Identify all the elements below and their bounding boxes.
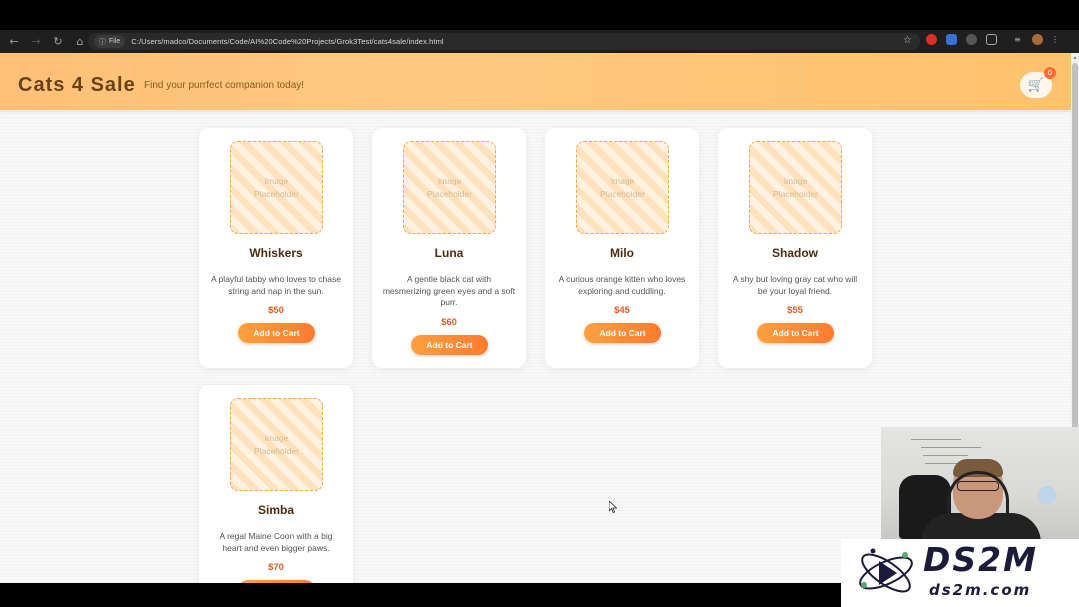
brand-title[interactable]: Cats 4 Sale: [18, 74, 136, 97]
site-header: Cats 4 Sale Find your purrfect companion…: [0, 53, 1071, 110]
menu-kebab-icon[interactable]: ⋮: [1051, 34, 1059, 45]
tagline: Find your purrfect companion today!: [144, 80, 305, 91]
address-bar[interactable]: ⓘ File C:/Users/madco/Documents/Code/AI%…: [88, 33, 920, 50]
info-icon: ⓘ: [99, 37, 106, 46]
placeholder-text: Placeholder: [254, 188, 299, 199]
cat-price: $70: [268, 562, 284, 573]
whiteboard-mark: [921, 447, 981, 448]
mouse-cursor-icon: [609, 501, 617, 513]
cat-description: A curious orange kitten who loves explor…: [558, 274, 686, 296]
cat-card: Image Placeholder Whiskers A playful tabb…: [199, 128, 353, 368]
add-to-cart-button[interactable]: Add to Cart: [411, 335, 488, 355]
cat-price: $60: [441, 317, 457, 328]
cart-icon: 🛒: [1027, 77, 1045, 93]
profile-avatar[interactable]: [1032, 34, 1043, 45]
webcam-overlay: [881, 427, 1079, 539]
extensions-area: ≡ ⋮: [926, 34, 1067, 45]
cat-name: Simba: [257, 503, 294, 517]
atom-play-icon: [859, 548, 913, 593]
scrollbar-thumb[interactable]: [1072, 63, 1078, 483]
watermark-logo: DS2M ds2m.com: [841, 539, 1079, 607]
bookmark-star-icon[interactable]: ☆: [903, 35, 912, 46]
cart-count-badge: 0: [1044, 67, 1056, 79]
home-icon[interactable]: ⌂: [72, 34, 88, 50]
cat-name: Whiskers: [249, 246, 303, 260]
cat-description: A gentle black cat with mesmerizing gree…: [382, 274, 516, 307]
whiteboard-mark: [911, 439, 961, 440]
placeholder-text: Image: [437, 175, 462, 186]
cast-icon[interactable]: ≡: [1012, 34, 1023, 45]
url-text[interactable]: C:/Users/madco/Documents/Code/AI%20Code%…: [131, 37, 443, 46]
placeholder-text: Image: [264, 175, 289, 186]
cat-card: Image Placeholder Simba A regal Maine Coo…: [199, 385, 353, 583]
cat-description: A regal Maine Coon with a big heart and …: [219, 531, 333, 553]
site-info-label: File: [109, 38, 121, 45]
add-to-cart-button[interactable]: Add to Cart: [757, 323, 834, 343]
cat-name: Luna: [434, 246, 464, 260]
cat-description: A shy but loving gray cat who will be yo…: [732, 274, 858, 296]
cat-card: Image Placeholder Shadow A shy but loving…: [718, 128, 872, 368]
placeholder-text: Image: [783, 175, 808, 186]
browser-toolbar: ← → ↻ ⌂ ⓘ File C:/Users/madco/Documents/…: [0, 30, 1079, 53]
forward-arrow-icon[interactable]: →: [28, 34, 44, 50]
extension-gray-icon[interactable]: [966, 34, 977, 45]
placeholder-text: Placeholder: [427, 188, 472, 199]
extensions-puzzle-icon[interactable]: [986, 34, 997, 45]
placeholder-text: Placeholder: [254, 445, 299, 456]
image-placeholder: Image Placeholder: [230, 141, 323, 234]
watermark-main-text: DS2M: [923, 540, 1038, 579]
placeholder-text: Image: [264, 432, 289, 443]
image-placeholder: Image Placeholder: [576, 141, 669, 234]
placeholder-text: Placeholder: [773, 188, 818, 199]
reload-icon[interactable]: ↻: [50, 34, 66, 50]
image-placeholder: Image Placeholder: [230, 398, 323, 491]
image-placeholder: Image Placeholder: [749, 141, 842, 234]
cat-price: $55: [787, 305, 803, 316]
watermark-sub-text: ds2m.com: [929, 581, 1032, 599]
back-arrow-icon[interactable]: ←: [6, 34, 22, 50]
extension-blue-icon[interactable]: [946, 34, 957, 45]
scroll-up-arrow-icon[interactable]: ▲: [1072, 55, 1078, 61]
cat-price: $50: [268, 305, 284, 316]
placeholder-text: Placeholder: [600, 188, 645, 199]
image-placeholder: Image Placeholder: [403, 141, 496, 234]
bottles: [1029, 479, 1065, 519]
site-info-chip[interactable]: ⓘ File: [94, 35, 126, 48]
cat-card: Image Placeholder Milo A curious orange k…: [545, 128, 699, 368]
cat-name: Shadow: [771, 246, 818, 260]
cat-price: $45: [614, 305, 630, 316]
browser-tab-strip: [0, 0, 1079, 30]
extension-red-icon[interactable]: [926, 34, 937, 45]
add-to-cart-button[interactable]: Add to Cart: [238, 323, 315, 343]
cat-name: Milo: [610, 246, 634, 260]
whiteboard-mark: [923, 455, 968, 456]
cat-card: Image Placeholder Luna A gentle black cat…: [372, 128, 526, 368]
add-to-cart-button[interactable]: Add to Cart: [584, 323, 661, 343]
placeholder-text: Image: [610, 175, 635, 186]
cat-description: A playful tabby who loves to chase strin…: [211, 274, 341, 296]
